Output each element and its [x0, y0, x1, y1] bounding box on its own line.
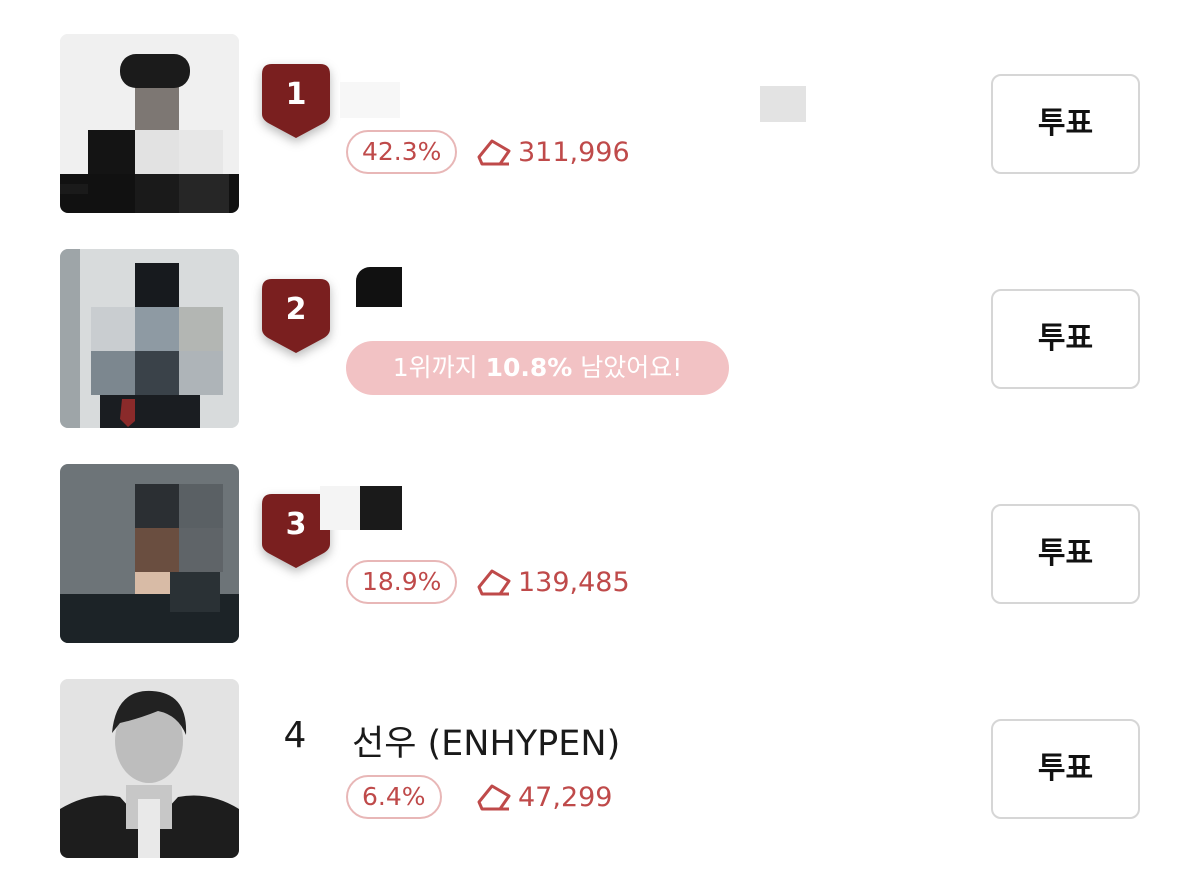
redacted-name [360, 486, 402, 530]
rank-badge: 1 [262, 64, 330, 140]
vote-button[interactable]: 투표 [991, 289, 1140, 389]
redacted-name [356, 267, 402, 307]
vote-percentage: 18.9% [346, 560, 458, 604]
vote-button[interactable]: 투표 [991, 504, 1140, 604]
ranking-list: 1 42.3% 311,996 투표 2 1위까지 10.8% 남았어요! 투표… [0, 0, 1200, 891]
artist-photo-blurred [60, 249, 239, 428]
vote-count-value: 139,485 [518, 566, 630, 598]
gap-to-first-message: 1위까지 10.8% 남았어요! [346, 341, 729, 395]
ranking-row: 2 1위까지 10.8% 남았어요! 투표 [0, 249, 1200, 429]
vote-button[interactable]: 투표 [991, 719, 1140, 819]
eraser-vote-icon [476, 137, 512, 167]
ranking-row: 4 선우 (ENHYPEN) 6.4% 47,299 투표 [0, 679, 1200, 859]
redacted-name [760, 86, 806, 122]
vote-count: 47,299 [476, 777, 612, 817]
rank-number: 1 [285, 77, 307, 112]
rank-number: 2 [285, 292, 307, 327]
redacted-name [340, 82, 400, 118]
eraser-vote-icon [476, 567, 512, 597]
rank-badge: 2 [262, 279, 330, 355]
artist-photo [60, 679, 239, 858]
vote-count-value: 47,299 [518, 781, 613, 813]
rank-number: 4 [283, 715, 307, 756]
ranking-row: 3 18.9% 139,485 투표 [0, 464, 1200, 644]
vote-count: 311,996 [476, 132, 630, 172]
redacted-name [320, 486, 360, 530]
vote-button[interactable]: 투표 [991, 74, 1140, 174]
vote-percentage: 42.3% [346, 130, 458, 174]
artist-photo-blurred [60, 34, 239, 213]
vote-count: 139,485 [476, 562, 630, 602]
vote-percentage: 6.4% [346, 775, 442, 819]
vote-count-value: 311,996 [518, 136, 630, 168]
eraser-vote-icon [476, 782, 512, 812]
artist-name: 선우 (ENHYPEN) [352, 724, 621, 764]
gap-percentage: 10.8% [485, 353, 573, 382]
artist-photo-blurred [60, 464, 239, 643]
ranking-row: 1 42.3% 311,996 투표 [0, 34, 1200, 214]
